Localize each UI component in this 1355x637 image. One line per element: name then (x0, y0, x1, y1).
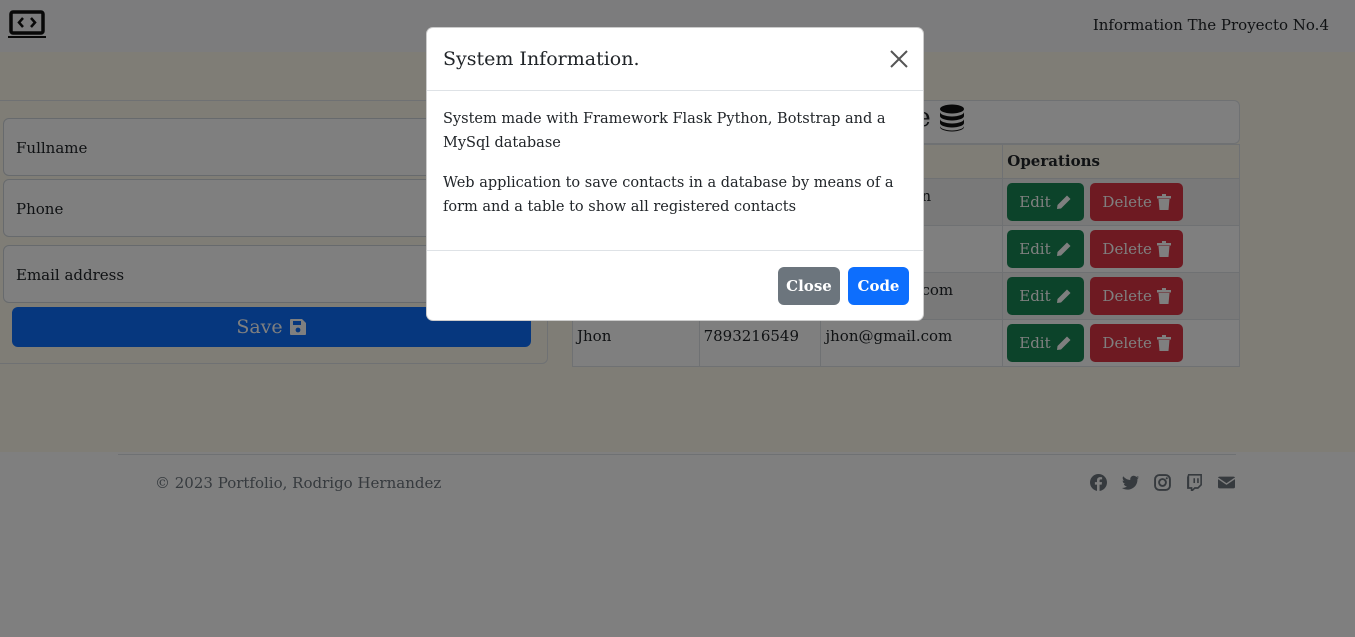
modal-footer: Close Code (427, 251, 923, 321)
modal-paragraph-1: System made with Framework Flask Python,… (443, 111, 886, 151)
close-icon[interactable] (889, 49, 909, 69)
close-button[interactable]: Close (778, 267, 840, 305)
modal-title: System Information. (443, 48, 640, 70)
code-button[interactable]: Code (848, 267, 909, 305)
modal-header: System Information. (427, 28, 923, 91)
modal-paragraph-2: Web application to save contacts in a da… (443, 175, 894, 215)
system-info-modal: System Information. System made with Fra… (426, 27, 924, 321)
modal-body: System made with Framework Flask Python,… (427, 91, 923, 251)
